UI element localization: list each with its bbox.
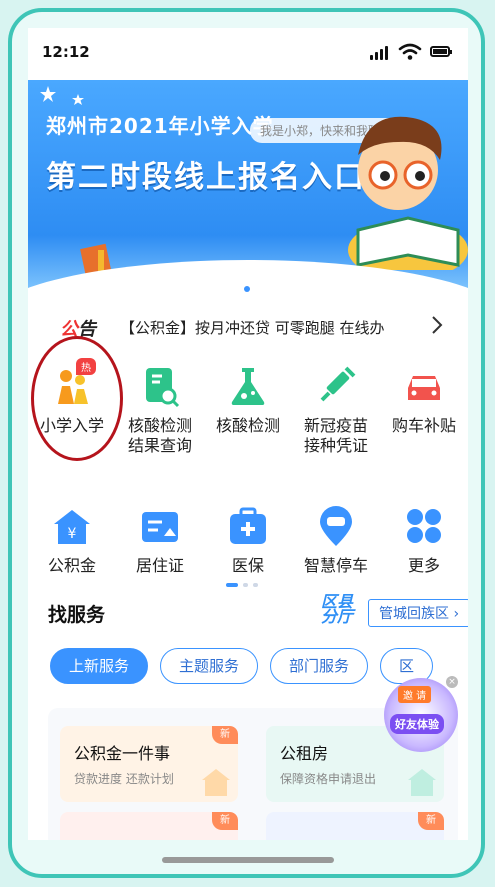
grid-item-label: 新冠疫苗 接种凭证	[303, 416, 368, 455]
grid-item-residence-permit[interactable]: 居住证	[116, 504, 204, 576]
grid-item-more[interactable]: 更多	[380, 504, 468, 576]
grid-item-vaccine-certificate[interactable]: 新冠疫苗 接种凭证	[292, 364, 380, 456]
grid-item-smart-parking[interactable]: 智慧停车	[292, 504, 380, 576]
flask-icon	[226, 364, 270, 408]
home-indicator[interactable]	[162, 857, 334, 863]
tab-department-services[interactable]: 部门服务	[270, 648, 369, 684]
banner-title-line2: 第二时段线上报名入口	[46, 160, 366, 195]
banner-title-line1: 郑州市2021年小学入学	[46, 114, 274, 138]
new-badge: 新	[418, 812, 444, 830]
grid-item-label: 居住证	[135, 556, 184, 575]
grid-item-label: 医保	[231, 556, 264, 575]
house-yen-icon	[202, 769, 230, 796]
medical-insurance-icon	[226, 504, 270, 548]
grid-item-label: 小学入学	[39, 416, 104, 435]
tab-new-services[interactable]: 上新服务	[50, 648, 149, 684]
battery-icon	[430, 46, 452, 57]
grid-item-medical-insurance[interactable]: 医保	[204, 504, 292, 576]
parking-icon	[314, 504, 358, 548]
tab-theme-services[interactable]: 主题服务	[160, 648, 259, 684]
card-subtitle: 保障资格申请退出	[280, 772, 377, 786]
syringe-icon	[314, 364, 358, 408]
card-subtitle: 贷款进度 还款计划	[74, 772, 174, 786]
test-result-search-icon	[138, 364, 182, 408]
housing-fund-icon: ¥	[50, 504, 94, 548]
find-services-title: 找服务	[48, 604, 106, 626]
card-partial-2[interactable]: 新	[266, 812, 444, 840]
card-housing-fund[interactable]: 公积金一件事 贷款进度 还款计划 新	[60, 726, 238, 802]
district-hall-logo: 区县 分厅	[321, 592, 354, 626]
close-icon[interactable]: ×	[446, 676, 458, 688]
new-badge: 新	[212, 812, 238, 830]
promo-label: 好友体验	[390, 714, 444, 734]
grid-item-primary-school[interactable]: 热 小学入学	[28, 358, 116, 436]
new-badge: 新	[212, 726, 238, 744]
school-kids-icon: 热	[50, 358, 96, 408]
chevron-right-icon: ›	[453, 606, 460, 622]
status-time: 12:12	[42, 43, 90, 61]
grid-pagination-dots	[226, 583, 258, 587]
card-title: 公积金一件事	[74, 744, 171, 763]
car-subsidy-icon	[402, 364, 446, 408]
house-icon	[408, 769, 436, 796]
grid-item-label: 更多	[407, 556, 440, 575]
grid-item-label: 核酸检测 结果查询	[127, 416, 192, 455]
card-title: 公租房	[280, 744, 329, 763]
svg-text:¥: ¥	[68, 526, 77, 542]
banner-pagination-dot	[244, 286, 250, 292]
grid-item-nucleic-test[interactable]: 核酸检测	[204, 364, 292, 436]
cartoon-boy-reading-illustration	[348, 116, 468, 270]
grid-item-housing-fund[interactable]: ¥ 公积金	[28, 504, 116, 576]
more-grid-icon	[402, 504, 446, 548]
grid-item-test-result-query[interactable]: 核酸检测 结果查询	[116, 364, 204, 456]
district-selector[interactable]: 管城回族区 ›	[368, 599, 468, 627]
wifi-icon	[398, 43, 422, 60]
enrollment-banner[interactable]: 郑州市2021年小学入学 第二时段线上报名入口 我是小郑，快来和我聊聊吧	[28, 80, 468, 302]
grid-item-label: 核酸检测	[215, 416, 280, 435]
signal-icon	[370, 46, 388, 60]
status-bar: 12:12	[28, 28, 468, 80]
hot-badge: 热	[76, 358, 96, 375]
stars-icon	[40, 86, 84, 105]
card-partial-1[interactable]: 新	[60, 812, 238, 840]
invite-label: 邀 请	[398, 686, 432, 703]
service-tabs: 上新服务 主题服务 部门服务 区	[50, 648, 434, 684]
invite-friends-floating-button[interactable]: 邀 请 好友体验 ×	[384, 676, 458, 752]
grid-item-label: 公积金	[47, 556, 96, 575]
grid-item-car-subsidy[interactable]: 购车补贴	[380, 364, 468, 436]
grid-item-label: 购车补贴	[391, 416, 456, 435]
phone-screen: 12:12 郑州市2021年小学入学 第二时段线上报名入口 我是小郑，快来和我聊…	[28, 28, 468, 840]
grid-item-label: 智慧停车	[303, 556, 368, 575]
notice-text: 【公积金】按月冲还贷 可零跑腿 在线办	[120, 319, 385, 337]
chevron-right-icon[interactable]	[430, 314, 444, 341]
residence-card-icon	[138, 504, 182, 548]
